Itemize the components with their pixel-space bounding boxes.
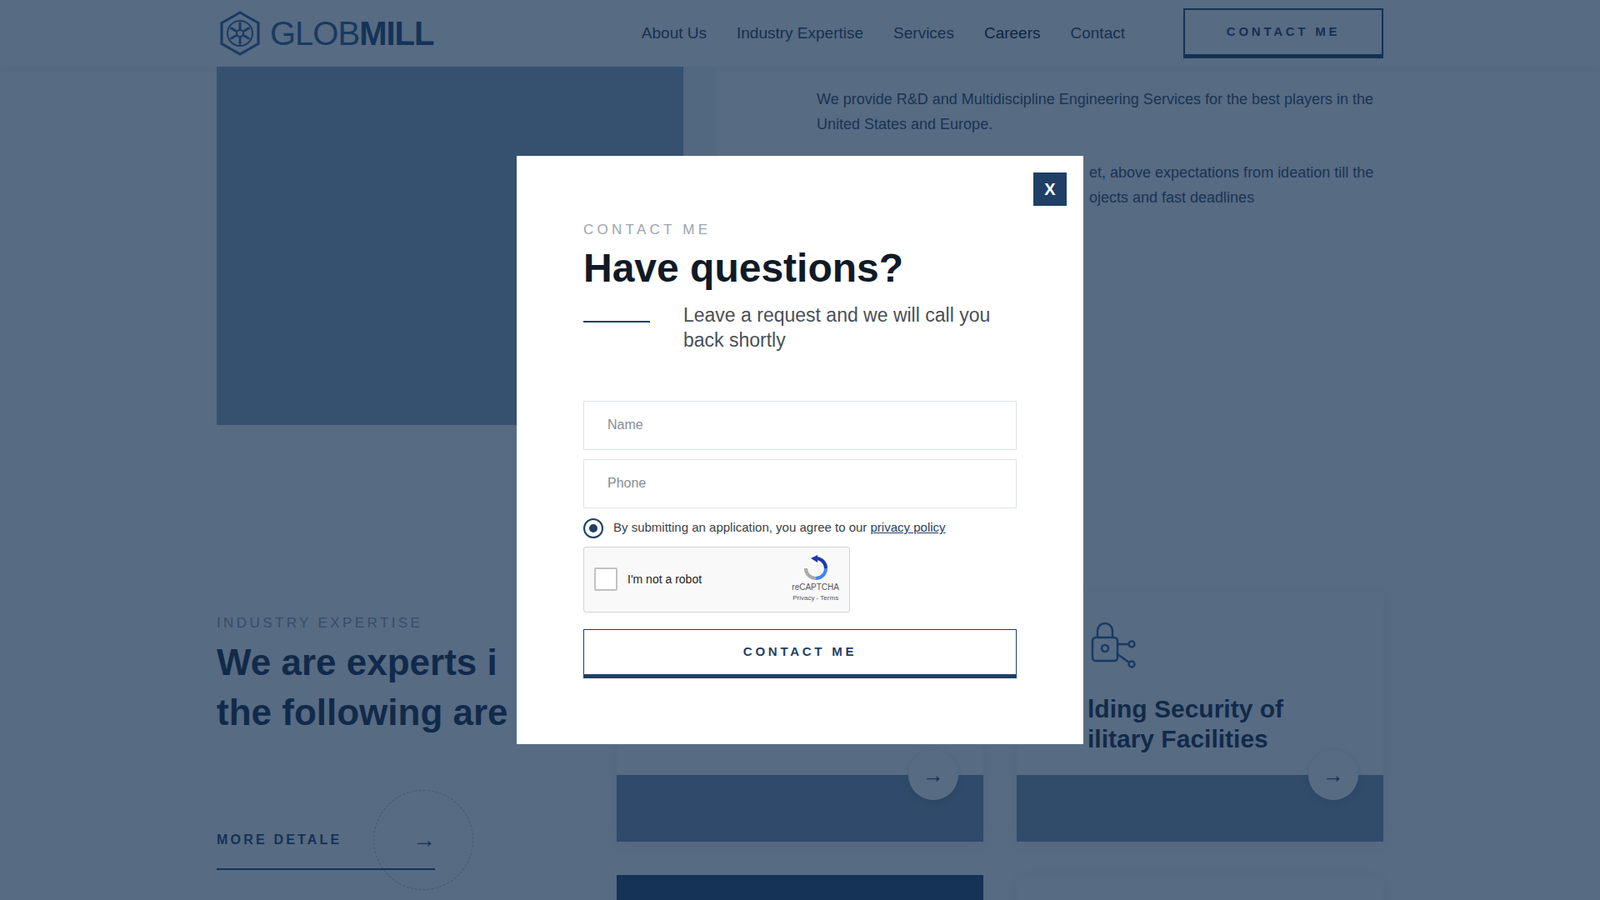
subtitle-line	[583, 320, 650, 323]
privacy-policy-link[interactable]: privacy policy	[870, 520, 946, 535]
close-button[interactable]: X	[1033, 172, 1067, 206]
modal-subtitle-row: Leave a request and we will call you bac…	[583, 302, 1017, 353]
modal-label: CONTACT ME	[583, 219, 1017, 241]
modal-title: Have questions?	[583, 245, 1017, 291]
phone-input[interactable]	[583, 459, 1017, 509]
modal-subtitle: Leave a request and we will call you bac…	[683, 302, 1017, 353]
recaptcha: I'm not a robot reCAPTCHA Privacy - Term…	[583, 546, 850, 613]
captcha-checkbox[interactable]	[594, 567, 618, 591]
submit-button[interactable]: CONTACT ME	[583, 629, 1017, 679]
name-input[interactable]	[583, 400, 1017, 450]
consent-radio[interactable]	[583, 518, 604, 539]
contact-modal: X CONTACT ME Have questions? Leave a req…	[516, 155, 1084, 745]
consent-row: By submitting an application, you agree …	[583, 518, 1017, 539]
radio-dot	[589, 524, 598, 533]
recaptcha-icon	[802, 555, 830, 582]
